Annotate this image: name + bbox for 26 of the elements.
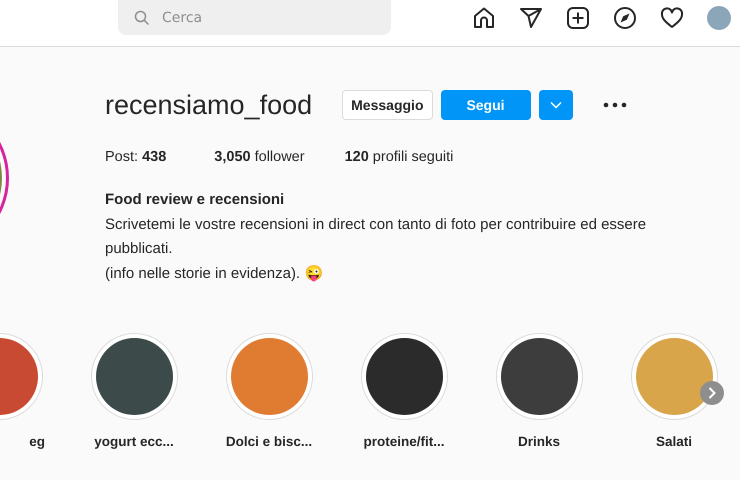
highlight-label: proteine/fit... [364, 434, 444, 449]
next-arrow-button[interactable] [700, 381, 724, 405]
chevron-right-icon [708, 387, 716, 399]
profile-avatar[interactable] [707, 6, 731, 30]
dropdown-button[interactable] [538, 90, 572, 120]
profile-stat[interactable]: 3,050 follower [214, 149, 305, 165]
home-icon[interactable] [472, 6, 496, 30]
compass-icon[interactable] [613, 6, 637, 30]
highlight-label: Drinks [518, 434, 560, 449]
search-field[interactable]: Cerca [118, 0, 391, 35]
profile-stat: Post: 438 [105, 149, 166, 165]
profile-stat[interactable]: 120 profili seguiti [344, 149, 454, 165]
highlight-label: eg [29, 434, 45, 449]
add-post-icon[interactable] [566, 6, 590, 30]
bio-title: Food review e recensioni [105, 190, 286, 210]
username: recensiamo_food [105, 90, 312, 120]
highlight-label: Salati [656, 434, 692, 449]
more-options-icon[interactable] [602, 102, 626, 108]
heart-icon[interactable] [660, 6, 684, 30]
highlight-label: yogurt ecc... [94, 434, 174, 449]
bio-text: (info nelle storie in evidenza). 😜 [105, 264, 324, 284]
paper-plane-icon[interactable] [519, 6, 543, 30]
chevron-down-icon [550, 101, 562, 109]
highlight-label: Dolci e bisc... [226, 434, 312, 449]
bio-text: Scrivetemi le vostre recensioni in direct con tanto di foto per contribuire ed essere pubblicati. [105, 214, 648, 259]
message-button[interactable]: Messaggio [342, 90, 432, 120]
